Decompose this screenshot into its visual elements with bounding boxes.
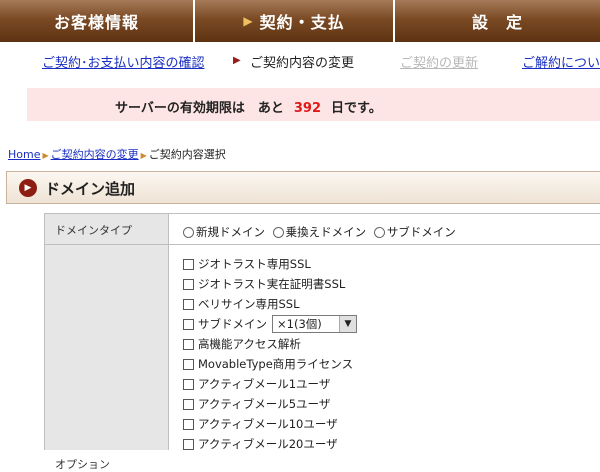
option-movabletype-license[interactable]: MovableType商用ライセンス [183, 354, 357, 374]
expiry-notice: サーバーの有効期限は あと 392 日です。 [27, 88, 600, 121]
radio-new-domain[interactable]: 新規ドメイン [183, 225, 265, 239]
option-label: サブドメイン [198, 317, 267, 331]
radio-button[interactable] [272, 227, 284, 238]
domain-type-label: ドメインタイプ [55, 224, 132, 237]
option-label: ジオトラスト実在証明書SSL [198, 277, 346, 291]
radio-subdomain[interactable]: サブドメイン [373, 225, 456, 239]
play-circle-icon: ▶ [19, 179, 37, 197]
option-geotrust-ssl[interactable]: ジオトラスト専用SSL [183, 254, 357, 274]
subnav-cancel-contract-link[interactable]: ご解約につい [522, 52, 600, 71]
triangle-right-icon: ▶ [233, 55, 241, 66]
checkbox[interactable] [183, 338, 194, 350]
options-value-cell: ジオトラスト専用SSL ジオトラスト実在証明書SSL ベリサイン専用SSL サブ… [169, 244, 600, 451]
checkbox[interactable] [183, 378, 194, 390]
tab-label: お客様情報 [53, 13, 139, 32]
notice-prefix: サーバーの有効期限は あと [115, 101, 284, 116]
option-label: ジオトラスト専用SSL [198, 257, 311, 271]
breadcrumb: Home ▶ ご契約内容の変更 ▶ ご契約内容選択 [8, 146, 226, 162]
select-value: ×1(3個) [277, 317, 322, 331]
subnav-confirm-contract-link[interactable]: ご契約･お支払い内容の確認 [42, 52, 205, 71]
tab-contract-payment[interactable]: ▶ 契約・支払 [195, 0, 393, 42]
checkbox[interactable] [183, 278, 194, 290]
section-header: ▶ ドメイン追加 [6, 171, 600, 204]
option-verisign-ssl[interactable]: ベリサイン専用SSL [183, 294, 357, 314]
option-activemail-5[interactable]: アクティブメール5ユーザ [183, 394, 357, 414]
option-activemail-20[interactable]: アクティブメール20ユーザ [183, 434, 357, 454]
tab-settings[interactable]: 設 定 [395, 0, 600, 42]
option-activemail-1[interactable]: アクティブメール1ユーザ [183, 374, 357, 394]
notice-suffix: 日です。 [331, 101, 382, 116]
radio-button[interactable] [373, 227, 385, 238]
checkbox[interactable] [183, 438, 194, 450]
radio-button[interactable] [183, 227, 194, 238]
tab-customer-info[interactable]: お客様情報 [0, 0, 193, 42]
option-activemail-10[interactable]: アクティブメール10ユーザ [183, 414, 357, 434]
breadcrumb-current: ご契約内容選択 [148, 148, 226, 161]
option-access-analytics[interactable]: 高機能アクセス解析 [183, 334, 357, 354]
option-label: アクティブメール1ユーザ [198, 377, 331, 391]
option-label: 高機能アクセス解析 [198, 337, 301, 351]
section-title: ドメイン追加 [45, 180, 136, 198]
checkbox[interactable] [183, 258, 194, 270]
chevron-down-icon[interactable]: ▼ [339, 316, 356, 332]
checkbox[interactable] [183, 358, 194, 370]
top-navigation: お客様情報 ▶ 契約・支払 設 定 [0, 0, 600, 44]
subnav-renew-contract-disabled: ご契約の更新 [400, 56, 479, 71]
days-remaining: 392 [293, 101, 322, 116]
checkbox[interactable] [183, 318, 194, 330]
tab-label: 契約・支払 [259, 13, 345, 32]
option-label: MovableType商用ライセンス [198, 357, 354, 371]
breadcrumb-parent-link[interactable]: ご契約内容の変更 [51, 148, 139, 161]
subnav-change-contract-current: ご契約内容の変更 [250, 56, 355, 71]
breadcrumb-separator-icon: ▶ [42, 151, 49, 160]
checkbox[interactable] [183, 418, 194, 430]
option-label: ベリサイン専用SSL [198, 297, 300, 311]
radio-label: 新規ドメイン [196, 225, 265, 239]
options-label-cell: オプション [44, 244, 169, 471]
checkbox[interactable] [183, 298, 194, 310]
sub-navigation: ご契約･お支払い内容の確認 ▶ ご契約内容の変更 ご契約の更新 ご解約につい [0, 48, 600, 72]
radio-label: サブドメイン [386, 225, 456, 239]
breadcrumb-separator-icon: ▶ [140, 151, 147, 160]
option-label: アクティブメール5ユーザ [198, 397, 331, 411]
subdomain-count-select[interactable]: ×1(3個) ▼ [272, 315, 357, 333]
option-subdomain[interactable]: サブドメイン ×1(3個) ▼ [183, 314, 357, 334]
triangle-right-icon: ▶ [243, 14, 254, 28]
domain-add-form: ドメインタイプ 新規ドメイン 乗換えドメイン サブドメイン オプション ジオトラ… [44, 213, 600, 471]
options-label: オプション [55, 458, 110, 471]
checkbox[interactable] [183, 398, 194, 410]
breadcrumb-home-link[interactable]: Home [8, 148, 40, 161]
option-label: アクティブメール10ユーザ [198, 417, 338, 431]
domain-type-label-cell: ドメインタイプ [44, 213, 169, 245]
radio-label: 乗換えドメイン [285, 225, 367, 239]
domain-type-value-cell: 新規ドメイン 乗換えドメイン サブドメイン [169, 213, 600, 245]
radio-transfer-domain[interactable]: 乗換えドメイン [272, 225, 367, 239]
tab-label: 設 定 [471, 13, 523, 32]
option-geotrust-ev-ssl[interactable]: ジオトラスト実在証明書SSL [183, 274, 357, 294]
